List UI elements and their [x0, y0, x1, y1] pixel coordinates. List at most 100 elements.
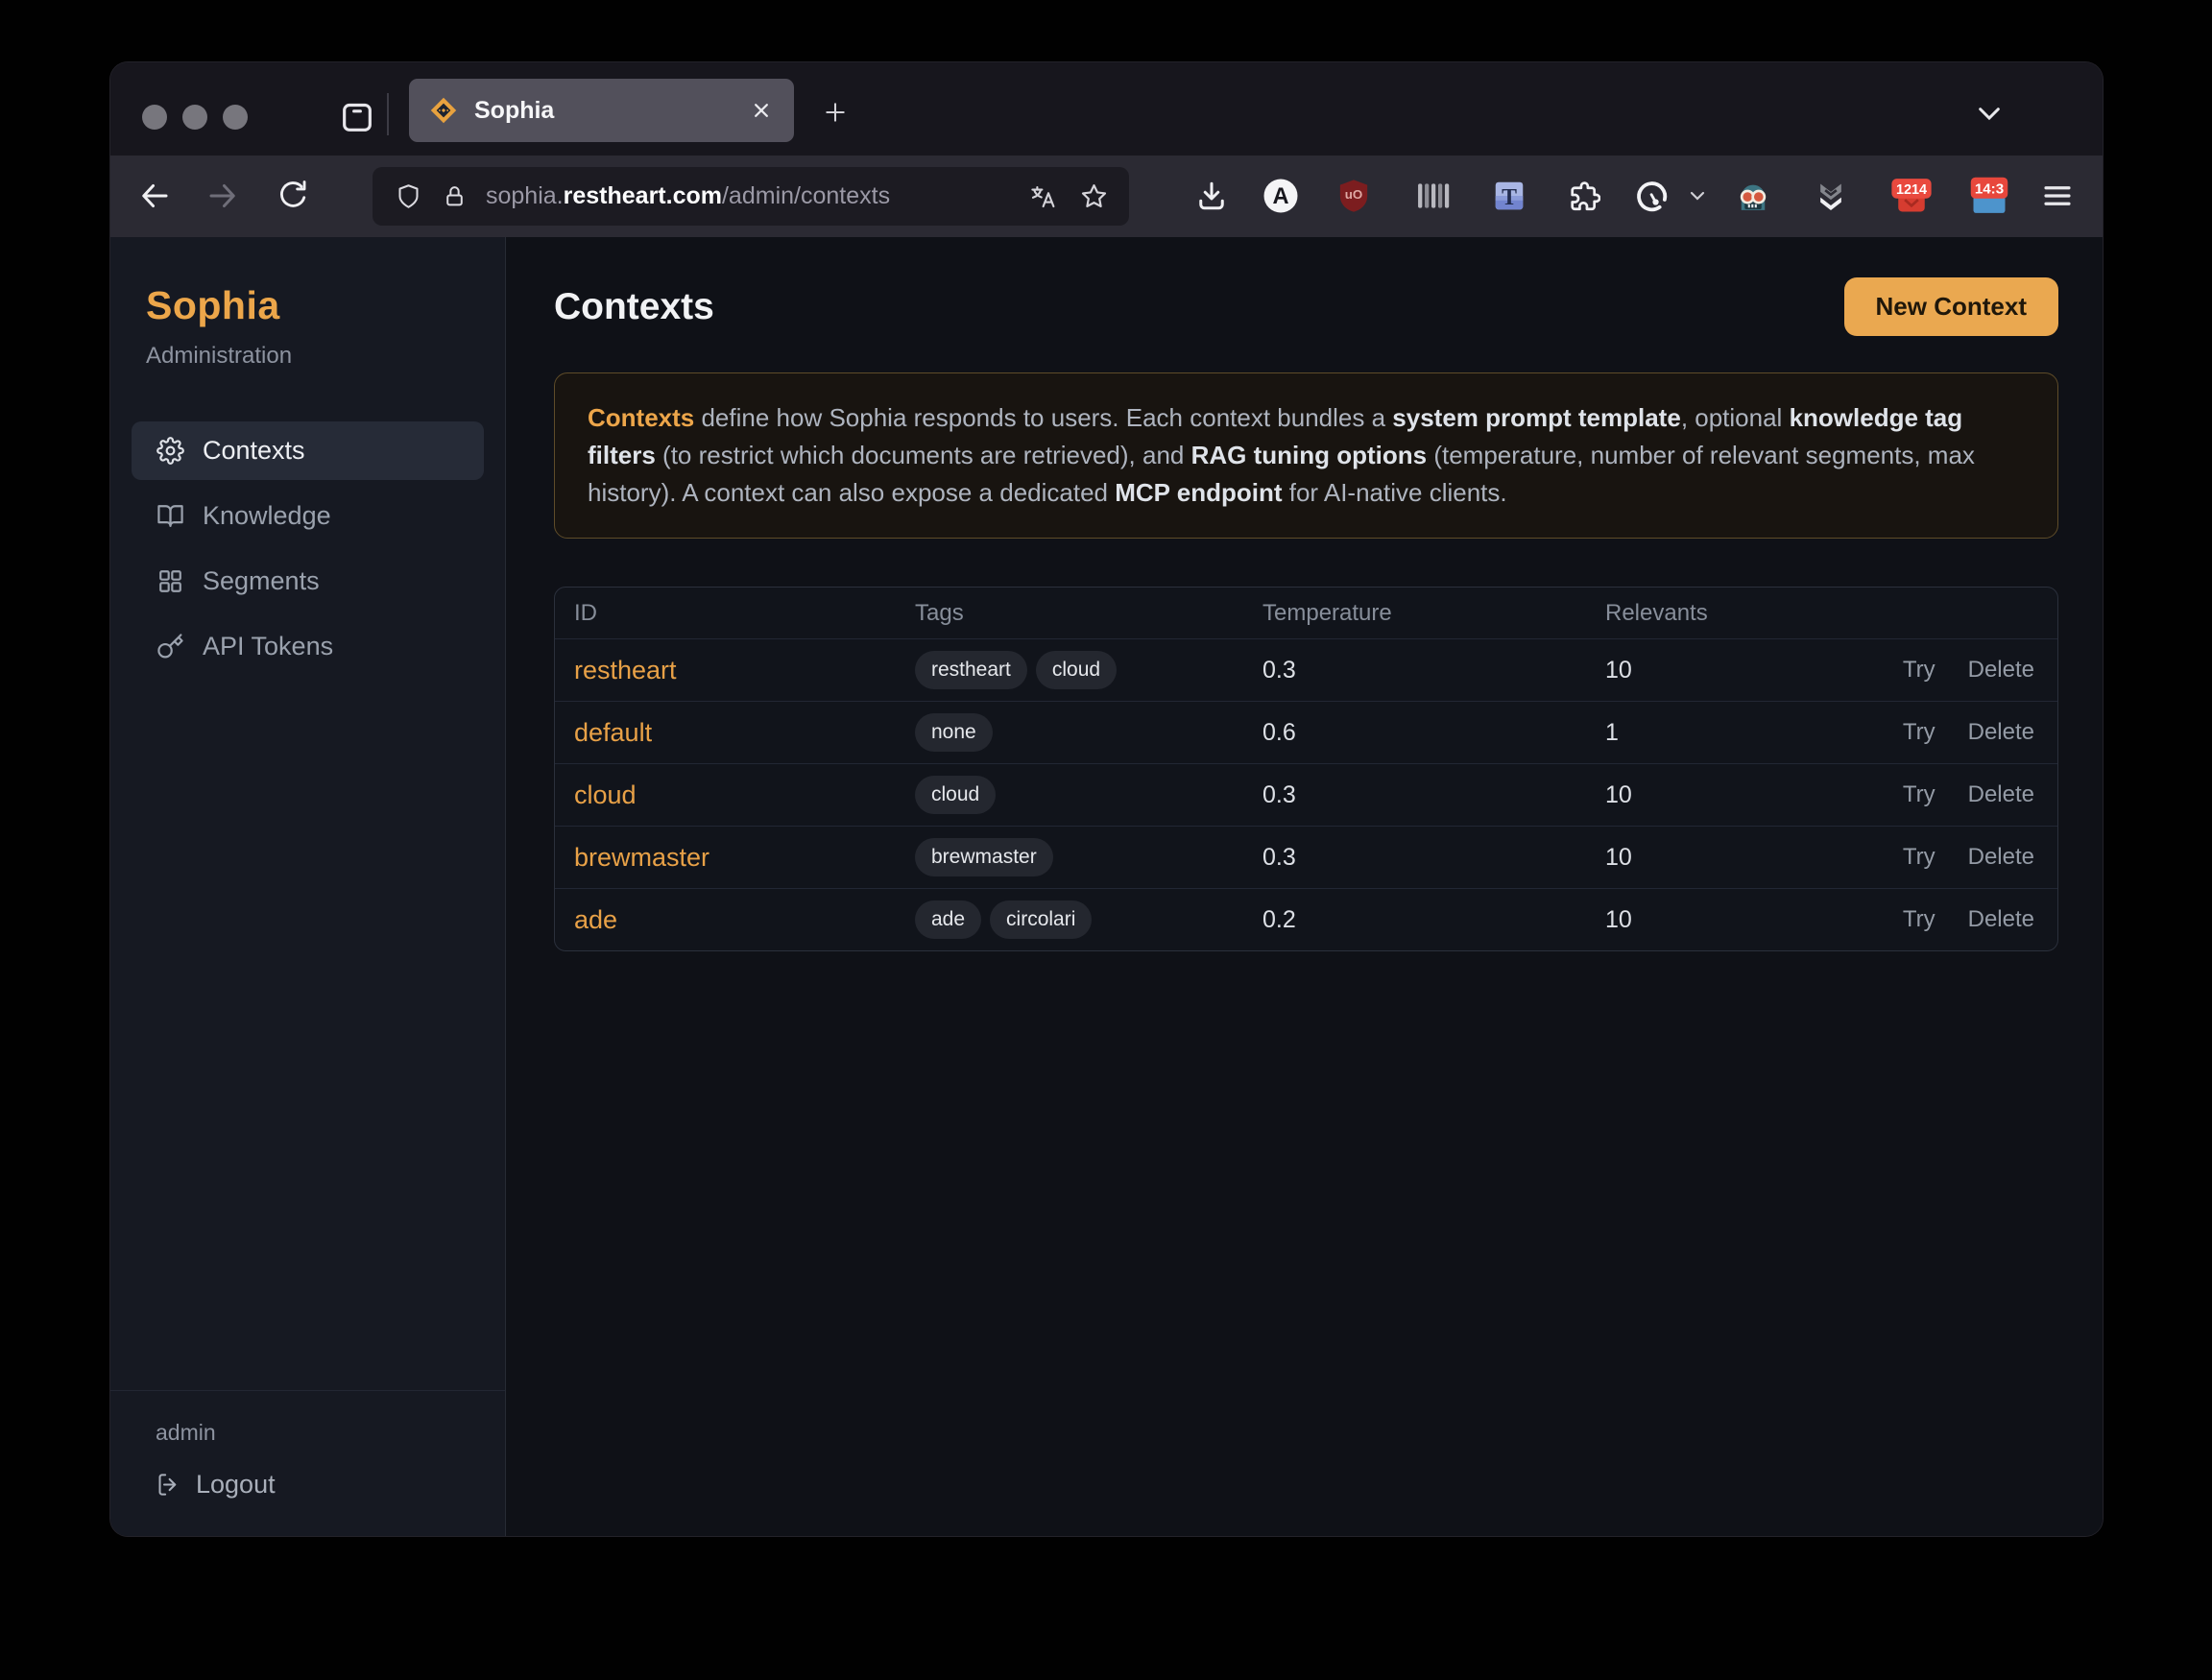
logout-button[interactable]: Logout	[156, 1470, 505, 1500]
delete-button[interactable]: Delete	[1968, 906, 2034, 933]
svg-text:14:3: 14:3	[1975, 180, 2004, 197]
row-actions: Try Delete	[1852, 657, 2034, 684]
main-header: Contexts New Context	[554, 277, 2058, 336]
table-header-row: ID Tags Temperature Relevants	[555, 588, 2057, 638]
context-temperature: 0.3	[1262, 657, 1605, 684]
new-tab-button[interactable]	[823, 100, 848, 125]
row-actions: Try Delete	[1852, 781, 2034, 808]
back-button[interactable]	[133, 175, 176, 217]
gear-icon	[156, 437, 184, 465]
lock-icon[interactable]	[443, 184, 467, 208]
tag-pill: restheart	[915, 651, 1027, 688]
tracking-protection-shield-icon[interactable]	[396, 183, 421, 209]
double-chevron-badge-icon[interactable]	[1810, 175, 1852, 217]
notification-counter-badge-icon[interactable]: 1214	[1890, 175, 1933, 217]
url-bar[interactable]: sophia.restheart.com/admin/contexts	[373, 167, 1129, 226]
menu-hamburger-icon[interactable]	[2036, 175, 2079, 217]
sidebar: Sophia Administration Contexts	[110, 237, 506, 1536]
list-all-tabs-chevron-icon[interactable]	[1974, 103, 2005, 126]
delete-button[interactable]: Delete	[1968, 844, 2034, 871]
tag-pill: cloud	[915, 776, 996, 813]
url-subdomain: sophia.	[486, 182, 564, 209]
bookmark-star-icon[interactable]	[1080, 182, 1108, 210]
page-content: Sophia Administration Contexts	[110, 237, 2103, 1536]
context-id-link[interactable]: default	[574, 718, 915, 748]
reload-button[interactable]	[272, 175, 314, 217]
try-button[interactable]: Try	[1903, 657, 1936, 684]
context-tags: brewmaster	[915, 838, 1262, 876]
sidebar-item-knowledge[interactable]: Knowledge	[132, 487, 484, 545]
context-id-link[interactable]: ade	[574, 905, 915, 935]
browser-window: Sophia	[110, 62, 2103, 1536]
info-text-segment: MCP endpoint	[1115, 478, 1282, 507]
tag-pill: circolari	[990, 900, 1092, 938]
window-minimize-button[interactable]	[182, 105, 207, 130]
sidebar-item-api-tokens[interactable]: API Tokens	[132, 617, 484, 676]
context-id-link[interactable]: cloud	[574, 780, 915, 810]
sidebar-toggle-icon[interactable]	[338, 98, 376, 136]
context-id-link[interactable]: brewmaster	[574, 843, 915, 873]
url-text[interactable]: sophia.restheart.com/admin/contexts	[486, 182, 1028, 210]
extensions-puzzle-icon[interactable]	[1561, 175, 1603, 217]
tab-close-icon[interactable]	[748, 97, 775, 124]
info-text-segment: RAG tuning options	[1191, 441, 1428, 469]
context-relevants: 10	[1605, 844, 1852, 872]
delete-button[interactable]: Delete	[1968, 781, 2034, 808]
fence-extension-icon[interactable]	[1410, 175, 1453, 217]
svg-text:1214: 1214	[1896, 182, 1927, 198]
sidebar-item-label: Segments	[203, 566, 320, 596]
try-button[interactable]: Try	[1903, 781, 1936, 808]
info-text-segment: for AI-native clients.	[1283, 478, 1507, 507]
translate-icon[interactable]	[1028, 182, 1057, 211]
info-text-segment: (to restrict which documents are retriev…	[656, 441, 1191, 469]
t-letter-extension-icon[interactable]: T	[1488, 175, 1530, 217]
delete-button[interactable]: Delete	[1968, 657, 2034, 684]
sidebar-item-label: Contexts	[203, 436, 305, 466]
context-relevants: 10	[1605, 906, 1852, 934]
context-temperature: 0.3	[1262, 781, 1605, 809]
robot-glasses-extension-icon[interactable]	[1732, 175, 1774, 217]
column-header-relevants: Relevants	[1605, 600, 1852, 627]
row-actions: Try Delete	[1852, 719, 2034, 746]
browser-tab[interactable]: Sophia	[409, 79, 794, 142]
forward-button[interactable]	[202, 175, 244, 217]
downloads-icon[interactable]	[1190, 175, 1233, 217]
try-button[interactable]: Try	[1903, 844, 1936, 871]
gauge-extension-icon[interactable]	[1632, 175, 1674, 217]
tab-bar: Sophia	[110, 62, 2103, 156]
sidebar-footer: admin Logout	[110, 1390, 505, 1536]
context-temperature: 0.3	[1262, 844, 1605, 872]
window-maximize-button[interactable]	[223, 105, 248, 130]
sidebar-item-label: Knowledge	[203, 501, 331, 531]
context-tags: adecircolari	[915, 900, 1262, 938]
table-row: restheart restheartcloud 0.3 10 Try Dele…	[555, 638, 2057, 701]
tag-pill: ade	[915, 900, 981, 938]
sidebar-item-segments[interactable]: Segments	[132, 552, 484, 611]
extension-a-circle-icon[interactable]: A	[1260, 175, 1302, 217]
sophia-favicon	[428, 95, 459, 126]
book-icon	[156, 502, 184, 530]
gauge-dropdown-chevron-icon[interactable]	[1679, 175, 1716, 217]
delete-button[interactable]: Delete	[1968, 719, 2034, 746]
tab-title: Sophia	[474, 97, 748, 125]
key-icon	[156, 633, 184, 660]
contexts-table: ID Tags Temperature Relevants restheart …	[554, 587, 2058, 951]
page-title: Contexts	[554, 286, 714, 328]
brand-block: Sophia Administration	[110, 237, 505, 370]
sidebar-item-contexts[interactable]: Contexts	[132, 421, 484, 480]
ublock-origin-shield-icon[interactable]: uO	[1333, 175, 1375, 217]
tag-pill: cloud	[1036, 651, 1117, 688]
desktop-background: Sophia	[0, 0, 2212, 1680]
context-temperature: 0.2	[1262, 906, 1605, 934]
context-id-link[interactable]: restheart	[574, 656, 915, 685]
sidebar-item-label: API Tokens	[203, 632, 333, 661]
info-text-segment: Contexts	[588, 403, 694, 432]
try-button[interactable]: Try	[1903, 719, 1936, 746]
clock-badge-icon[interactable]: 14:3	[1968, 175, 2010, 217]
new-context-button[interactable]: New Context	[1844, 277, 2058, 336]
table-body: restheart restheartcloud 0.3 10 Try Dele…	[555, 638, 2057, 950]
column-header-temperature: Temperature	[1262, 600, 1605, 627]
window-close-button[interactable]	[142, 105, 167, 130]
try-button[interactable]: Try	[1903, 906, 1936, 933]
main-panel: Contexts New Context Contexts define how…	[506, 237, 2103, 1536]
